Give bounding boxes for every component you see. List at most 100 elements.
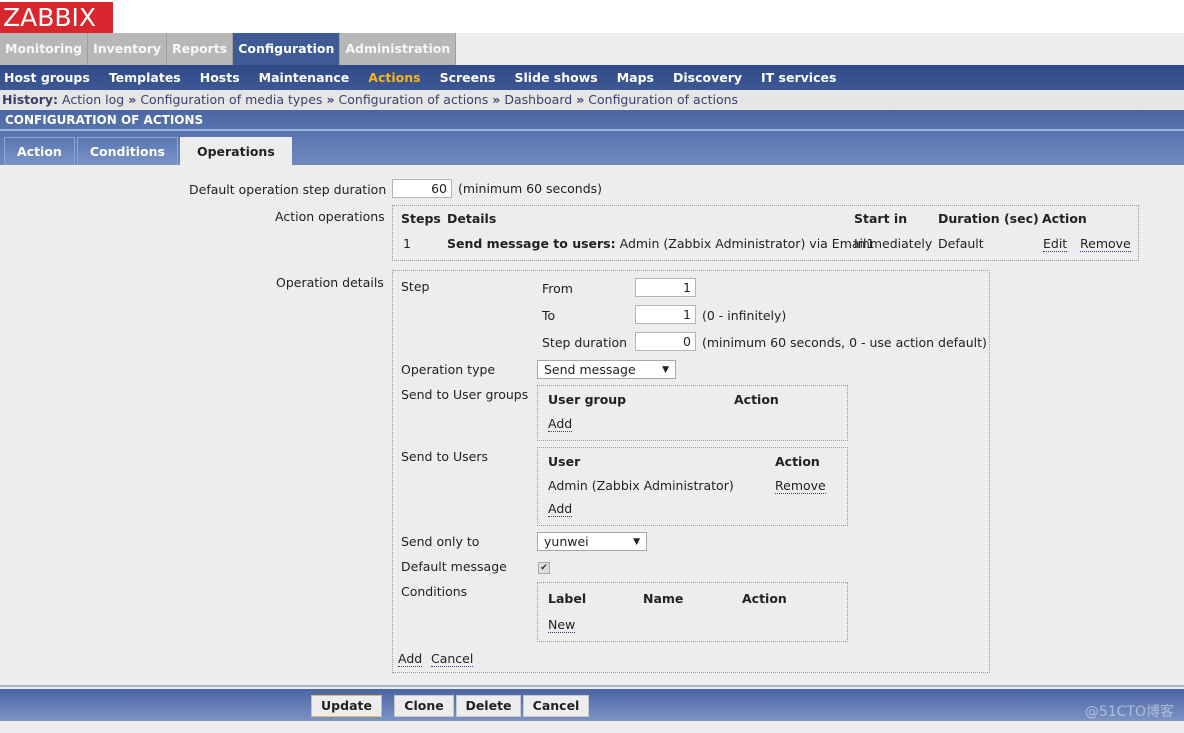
watermark: @51CTO博客 [1084,704,1174,720]
users-table: User Action Admin (Zabbix Administrator)… [537,447,848,526]
sub-menu-slide-shows[interactable]: Slide shows [509,70,602,85]
edit-operation-link[interactable]: Edit [1043,236,1068,252]
default-message-checkbox[interactable]: ✔ [538,562,550,574]
operation-type-value: Send message [544,362,636,377]
history-separator: » [492,92,501,107]
checkmark-icon: ✔ [540,563,548,573]
col-steps: Steps [401,211,441,226]
operation-details-label: Operation details [276,275,384,290]
tab-action[interactable]: Action [4,137,75,165]
row-details-type: Send message to users: [447,236,616,251]
history-link[interactable]: Dashboard [504,92,572,107]
sub-menu: Host groups Templates Hosts Maintenance … [0,65,1184,90]
history-link[interactable]: Action log [62,92,124,107]
row-duration: Default [938,236,984,251]
remove-operation-link[interactable]: Remove [1080,236,1131,252]
new-condition-link[interactable]: New [548,617,576,633]
default-step-duration-hint: (minimum 60 seconds) [458,181,603,196]
sub-menu-host-groups[interactable]: Host groups [0,70,95,85]
send-only-to-value: yunwei [544,534,589,549]
step-duration-label: Step duration [542,335,628,350]
delete-button[interactable]: Delete [456,695,521,717]
main-menu-monitoring[interactable]: Monitoring [0,33,89,65]
send-only-to-select[interactable]: yunwei ▼ [537,532,647,551]
col-user-group-action: Action [734,392,779,407]
main-menu: Monitoring Inventory Reports Configurati… [0,33,1184,65]
step-duration-input[interactable]: 0 [635,332,696,351]
sub-menu-it-services[interactable]: IT services [756,70,841,85]
sub-menu-templates[interactable]: Templates [104,70,186,85]
clone-button[interactable]: Clone [394,695,454,717]
step-to-hint: (0 - infinitely) [702,308,787,323]
sub-menu-maps[interactable]: Maps [612,70,659,85]
col-user-action: Action [775,454,820,469]
row-details-text: Admin (Zabbix Administrator) via Email1 [619,236,875,251]
history-link[interactable]: Configuration of media types [140,92,322,107]
action-operations-label: Action operations [275,209,385,224]
history-separator: » [326,92,335,107]
col-condition-action: Action [742,591,787,606]
row-details: Send message to users: Admin (Zabbix Adm… [447,236,874,251]
step-label: Step [401,279,430,294]
operation-type-select[interactable]: Send message ▼ [537,360,676,379]
tab-operations[interactable]: Operations [179,137,292,165]
sub-menu-hosts[interactable]: Hosts [195,70,245,85]
conditions-label: Conditions [401,584,468,599]
col-duration: Duration (sec) [938,211,1039,226]
send-only-to-label: Send only to [401,534,480,549]
step-duration-hint: (minimum 60 seconds, 0 - use action defa… [702,335,987,350]
col-label: Label [548,591,587,606]
step-to-input[interactable]: 1 [635,305,696,324]
sub-menu-maintenance[interactable]: Maintenance [254,70,355,85]
page-header: CONFIGURATION OF ACTIONS Action Conditio… [0,110,1184,165]
sub-menu-discovery[interactable]: Discovery [668,70,747,85]
col-user-group: User group [548,392,627,407]
step-from-label: From [542,281,573,296]
header-divider [0,129,1184,131]
step-from-input[interactable]: 1 [635,278,696,297]
send-to-user-groups-label: Send to User groups [401,387,529,402]
col-action: Action [1042,211,1087,226]
default-message-label: Default message [401,559,507,574]
footer-divider [0,685,1184,687]
tab-conditions[interactable]: Conditions [76,137,178,165]
row-start-in: Immediately [854,236,933,251]
add-user-group-link[interactable]: Add [548,416,573,432]
action-operations-table: Steps Details Start in Duration (sec) Ac… [392,205,1139,261]
chevron-down-icon: ▼ [633,537,640,547]
main-menu-administration[interactable]: Administration [340,33,457,65]
cancel-operation-link[interactable]: Cancel [431,651,474,667]
chevron-down-icon: ▼ [662,365,669,375]
history-link[interactable]: Configuration of actions [339,92,489,107]
operation-details-panel: Step From 1 To 1 (0 - infinitely) Step d… [392,270,990,673]
user-name: Admin (Zabbix Administrator) [548,478,734,493]
default-step-duration-label: Default operation step duration [189,182,387,197]
add-user-link[interactable]: Add [548,501,573,517]
history-separator: » [128,92,137,107]
history-label: History: [2,92,59,107]
update-button[interactable]: Update [311,695,382,717]
conditions-table: Label Name Action New [537,582,848,642]
history-breadcrumb: History: Action log» Configuration of med… [0,90,1184,110]
form-tabs: Action Conditions Operations [4,137,294,165]
sub-menu-screens[interactable]: Screens [435,70,501,85]
main-menu-reports[interactable]: Reports [167,33,234,65]
operation-type-label: Operation type [401,362,496,377]
history-link[interactable]: Configuration of actions [588,92,738,107]
zabbix-logo[interactable]: ZABBIX [0,2,113,33]
col-start-in: Start in [854,211,908,226]
default-step-duration-input[interactable]: 60 [392,179,452,198]
main-menu-configuration[interactable]: Configuration [233,33,341,65]
col-name: Name [643,591,684,606]
remove-user-link[interactable]: Remove [775,478,826,494]
sub-menu-actions[interactable]: Actions [363,70,425,85]
row-steps: 1 [403,236,411,251]
main-menu-inventory[interactable]: Inventory [88,33,168,65]
top-bar: ZABBIX [0,0,1184,33]
user-groups-table: User group Action Add [537,385,848,441]
send-to-users-label: Send to Users [401,449,488,464]
add-operation-link[interactable]: Add [398,651,423,667]
cancel-button[interactable]: Cancel [523,695,589,717]
col-user: User [548,454,581,469]
col-details: Details [447,211,497,226]
